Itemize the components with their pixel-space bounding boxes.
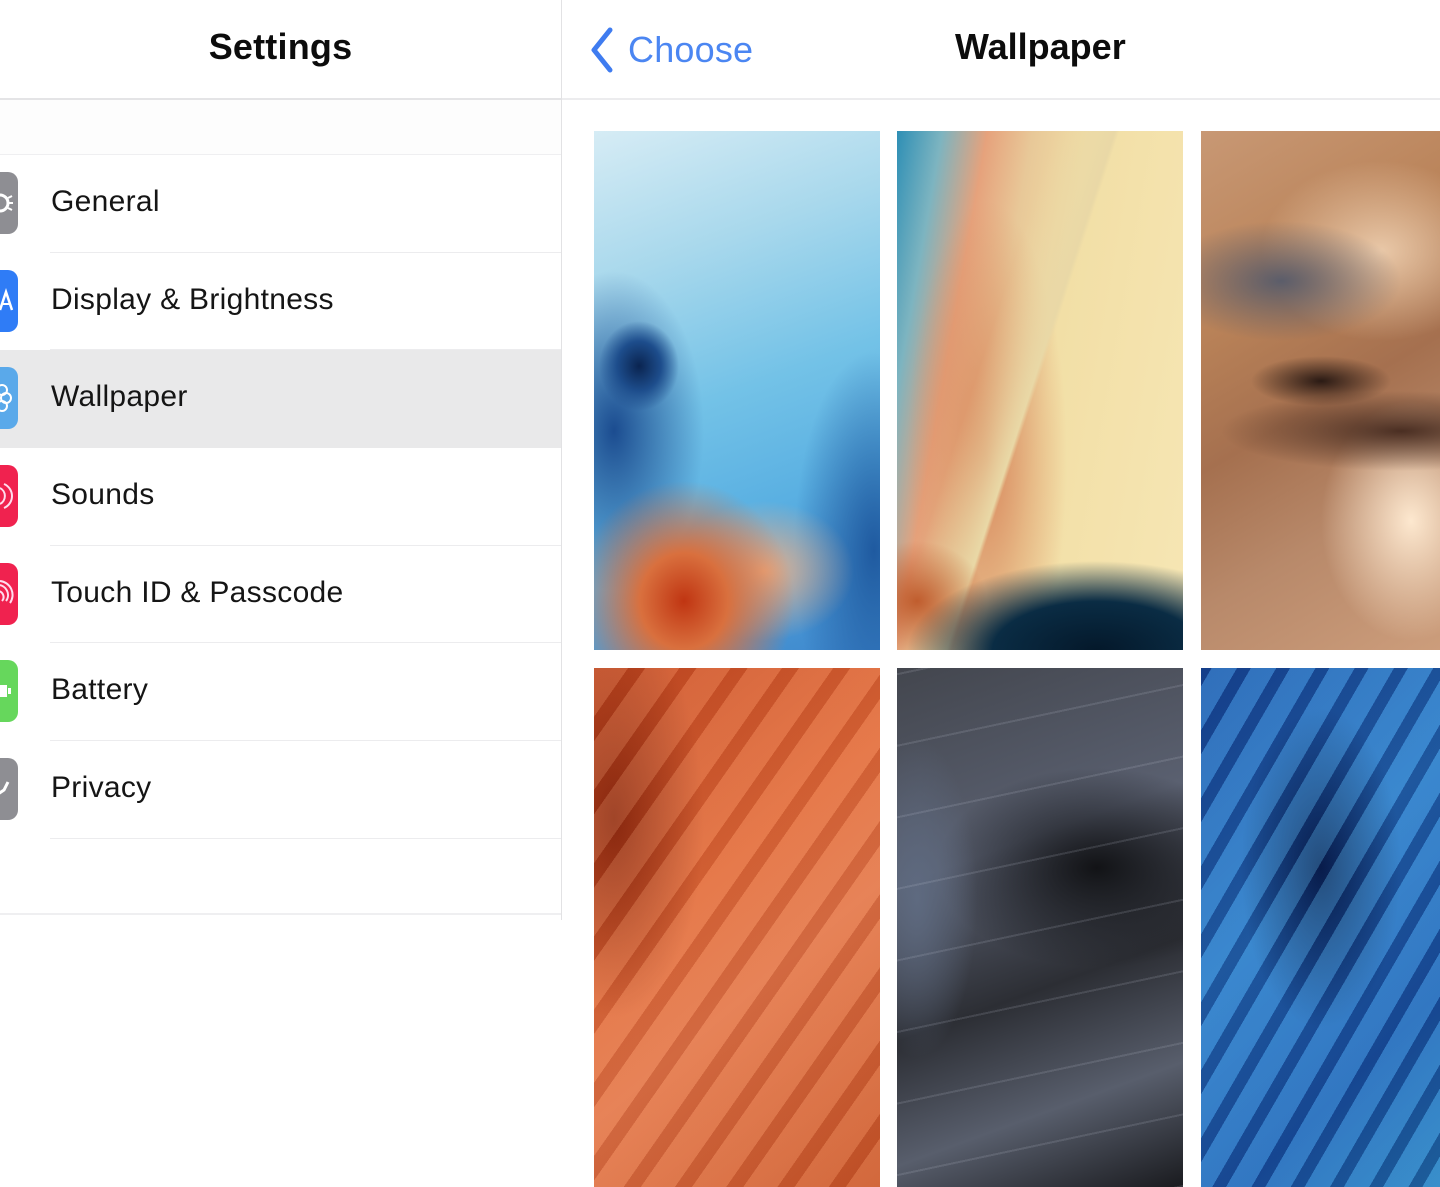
wallpaper-nav-bar: Choose Wallpaper: [562, 0, 1440, 100]
sidebar-item-label: General: [51, 185, 160, 218]
wallpaper-thumbnail-sand-streak[interactable]: [897, 131, 1183, 650]
settings-nav-bar: Settings: [0, 0, 561, 100]
battery-icon: [0, 660, 18, 723]
back-label: Choose: [628, 29, 754, 70]
sidebar-item-label: Battery: [51, 673, 149, 707]
sidebar-item-general[interactable]: General: [0, 155, 561, 253]
display-brightness-icon: [0, 269, 18, 332]
row-divider: [50, 837, 561, 839]
hand-privacy-icon: [0, 758, 18, 821]
sidebar-item-label: Wallpaper: [51, 380, 188, 414]
page-title: Wallpaper: [955, 26, 1126, 67]
wallpaper-flower-icon: [0, 367, 18, 430]
settings-sidebar: Settings General Display & Brightness Wa…: [0, 0, 562, 920]
wallpaper-thumbnail-blue-feathers[interactable]: [1201, 668, 1440, 1187]
sidebar-item-wallpaper[interactable]: Wallpaper: [0, 350, 561, 449]
gear-icon: [0, 172, 18, 234]
fingerprint-icon: [0, 562, 18, 625]
sidebar-item-sounds[interactable]: Sounds: [0, 448, 561, 546]
sidebar-item-label: Privacy: [51, 771, 152, 805]
wallpaper-thumbnail-dark-feathers[interactable]: [897, 668, 1183, 1187]
sidebar-item-touch-id-passcode[interactable]: Touch ID & Passcode: [0, 546, 561, 644]
sidebar-item-label: Touch ID & Passcode: [51, 575, 344, 609]
chevron-left-icon: [591, 27, 613, 73]
sidebar-item-label: Display & Brightness: [51, 282, 334, 316]
sidebar-item-display-brightness[interactable]: Display & Brightness: [0, 253, 561, 351]
sidebar-item-label: Sounds: [51, 478, 155, 512]
wallpaper-thumbnail-blue-ice[interactable]: [594, 131, 880, 650]
wallpaper-detail-pane: Choose Wallpaper: [562, 0, 1440, 1187]
back-button[interactable]: Choose: [588, 24, 753, 76]
wallpaper-thumbnail-desert-dunes[interactable]: [1201, 131, 1440, 650]
speaker-sound-icon: [0, 465, 18, 528]
sidebar-item-battery[interactable]: Battery: [0, 643, 561, 742]
group-bottom-divider: [0, 913, 561, 915]
wallpaper-thumbnail-orange-feathers[interactable]: [594, 668, 880, 1187]
settings-title: Settings: [208, 26, 353, 67]
settings-list: General Display & Brightness Wallpaper S…: [0, 155, 561, 839]
sidebar-item-privacy[interactable]: Privacy: [0, 741, 561, 839]
group-spacer: [0, 100, 561, 155]
